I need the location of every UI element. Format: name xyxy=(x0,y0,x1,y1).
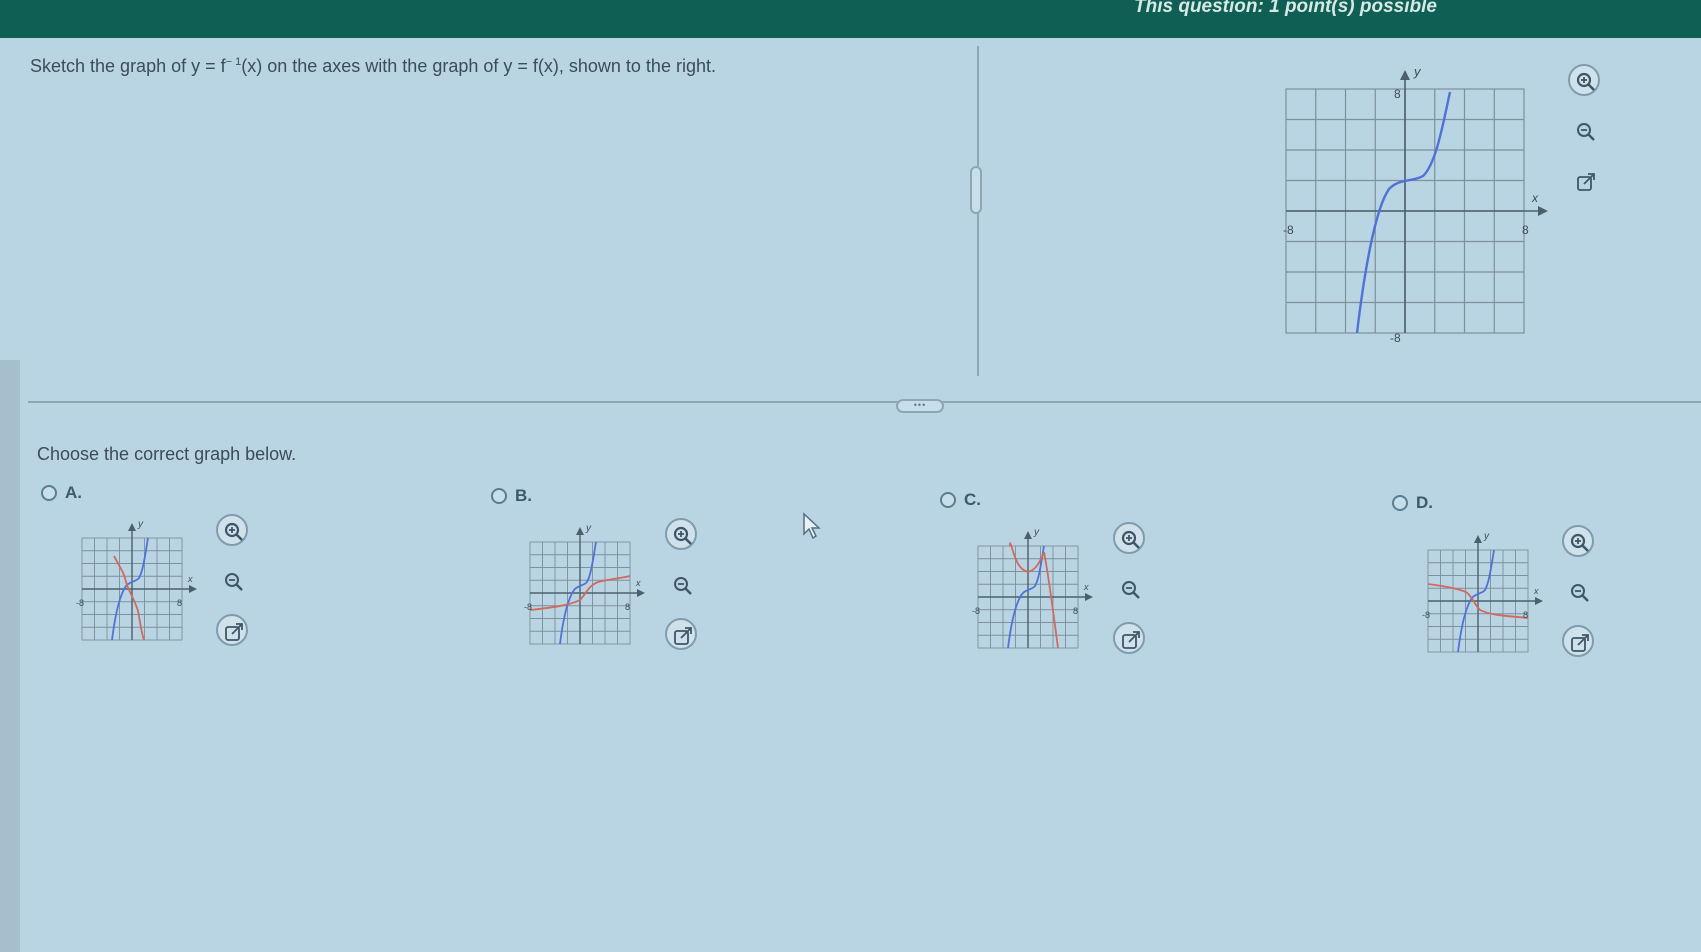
reference-tick-right: 8 xyxy=(1522,223,1529,237)
option-d[interactable]: D. xyxy=(1392,493,1433,513)
reference-tick-top: 8 xyxy=(1394,87,1401,101)
option-b-zoom-in-button[interactable] xyxy=(665,518,697,550)
question-prompt: Sketch the graph of y = f− 1(x) on the a… xyxy=(30,56,716,77)
reference-tick-left: -8 xyxy=(1283,223,1294,237)
option-a-graph[interactable]: x y -8 8 xyxy=(76,516,208,650)
option-b[interactable]: B. xyxy=(491,486,532,506)
option-d-x-arrow xyxy=(1535,597,1543,605)
zoom-out-icon xyxy=(1571,584,1589,602)
option-c-label: C. xyxy=(964,490,981,509)
option-d-tick-pos: 8 xyxy=(1523,610,1528,620)
option-c-zoom-out-button[interactable] xyxy=(1113,572,1145,604)
option-b-y-label: y xyxy=(585,523,592,534)
open-in-new-window-icon xyxy=(225,623,243,641)
option-b-tick-pos: 8 xyxy=(625,602,630,612)
open-in-new-window-icon xyxy=(1571,634,1589,652)
zoom-in-icon xyxy=(1576,72,1595,91)
option-b-tick-neg: -8 xyxy=(524,602,532,612)
option-b-zoom-out-button[interactable] xyxy=(665,568,697,600)
option-a-tick-pos: 8 xyxy=(177,598,182,608)
option-c-tick-pos: 8 xyxy=(1073,606,1078,616)
option-c-zoom-in-button[interactable] xyxy=(1113,522,1145,554)
horizontal-splitter xyxy=(28,401,1701,403)
option-b-x-arrow xyxy=(637,589,645,597)
option-a-zoom-in-button[interactable] xyxy=(216,514,248,546)
prompt-text-end: (x) on the axes with the graph of y = f(… xyxy=(241,56,716,76)
zoom-in-icon xyxy=(1121,530,1140,549)
reference-y-label: y xyxy=(1413,64,1422,79)
option-c-open-window-button[interactable] xyxy=(1113,622,1145,654)
question-points-label: This question: 1 point(s) possible xyxy=(1134,0,1437,17)
option-b-open-window-button[interactable] xyxy=(665,618,697,650)
reference-zoom-out-button[interactable] xyxy=(1568,114,1600,146)
left-edge-strip xyxy=(0,360,20,952)
zoom-in-icon xyxy=(1570,533,1589,552)
prompt-superscript: − 1 xyxy=(225,56,242,68)
reference-open-window-button[interactable] xyxy=(1568,164,1600,196)
option-a-tick-neg: -8 xyxy=(76,598,84,608)
zoom-in-icon xyxy=(224,522,243,541)
zoom-in-icon xyxy=(673,526,692,545)
option-d-radio[interactable] xyxy=(1392,495,1408,511)
option-c-radio[interactable] xyxy=(940,492,956,508)
option-b-graph[interactable]: x y -8 8 xyxy=(524,518,656,652)
mouse-pointer-icon xyxy=(803,512,821,540)
option-a-label: A. xyxy=(65,483,82,502)
open-in-new-window-icon xyxy=(1577,173,1595,191)
vertical-splitter-handle[interactable] xyxy=(970,166,982,214)
option-b-x-label: x xyxy=(635,578,641,588)
option-b-y-arrow xyxy=(576,527,584,535)
option-d-y-arrow xyxy=(1474,535,1482,543)
option-a-radio[interactable] xyxy=(41,485,57,501)
horizontal-splitter-handle[interactable]: ••• xyxy=(896,399,944,413)
reference-f-curve xyxy=(1355,91,1452,334)
option-d-y-label: y xyxy=(1483,531,1490,542)
zoom-out-icon xyxy=(1577,123,1595,141)
open-in-new-window-icon xyxy=(1122,631,1140,649)
option-a-y-label: y xyxy=(137,519,144,530)
option-d-x-label: x xyxy=(1533,586,1539,596)
option-c-y-arrow xyxy=(1024,531,1032,539)
choose-instruction: Choose the correct graph below. xyxy=(37,444,297,464)
option-a-open-window-button[interactable] xyxy=(216,614,248,646)
option-b-radio[interactable] xyxy=(491,488,507,504)
option-d-tick-neg: -8 xyxy=(1422,610,1430,620)
option-d-zoom-in-button[interactable] xyxy=(1562,525,1594,557)
option-a[interactable]: A. xyxy=(41,483,82,503)
reference-tick-bottom: -8 xyxy=(1390,331,1401,345)
zoom-out-icon xyxy=(674,577,692,595)
reference-x-axis-arrow xyxy=(1538,206,1548,216)
open-in-new-window-icon xyxy=(674,627,692,645)
option-c[interactable]: C. xyxy=(940,490,981,510)
option-d-zoom-out-button[interactable] xyxy=(1562,575,1594,607)
option-c-x-arrow xyxy=(1085,593,1093,601)
top-bar: This question: 1 point(s) possible xyxy=(0,0,1701,38)
option-a-x-arrow xyxy=(189,585,197,593)
option-c-graph[interactable]: x y -8 8 xyxy=(972,522,1104,656)
option-c-x-label: x xyxy=(1083,582,1089,592)
reference-graph: x y -8 8 8 -8 xyxy=(1283,64,1548,345)
option-d-label: D. xyxy=(1416,493,1433,512)
reference-zoom-in-button[interactable] xyxy=(1568,64,1600,96)
option-c-y-label: y xyxy=(1033,527,1040,538)
option-a-x-label: x xyxy=(187,574,193,584)
reference-y-axis-arrow xyxy=(1400,70,1410,80)
option-d-graph[interactable]: x y -8 8 xyxy=(1422,526,1554,660)
option-b-label: B. xyxy=(515,486,532,505)
option-a-y-arrow xyxy=(128,523,136,531)
zoom-out-icon xyxy=(225,573,243,591)
prompt-text-start: Sketch the graph of y = f xyxy=(30,56,226,76)
reference-x-label: x xyxy=(1531,191,1539,205)
option-a-zoom-out-button[interactable] xyxy=(216,564,248,596)
option-c-tick-neg: -8 xyxy=(972,606,980,616)
zoom-out-icon xyxy=(1122,581,1140,599)
option-d-open-window-button[interactable] xyxy=(1562,625,1594,657)
